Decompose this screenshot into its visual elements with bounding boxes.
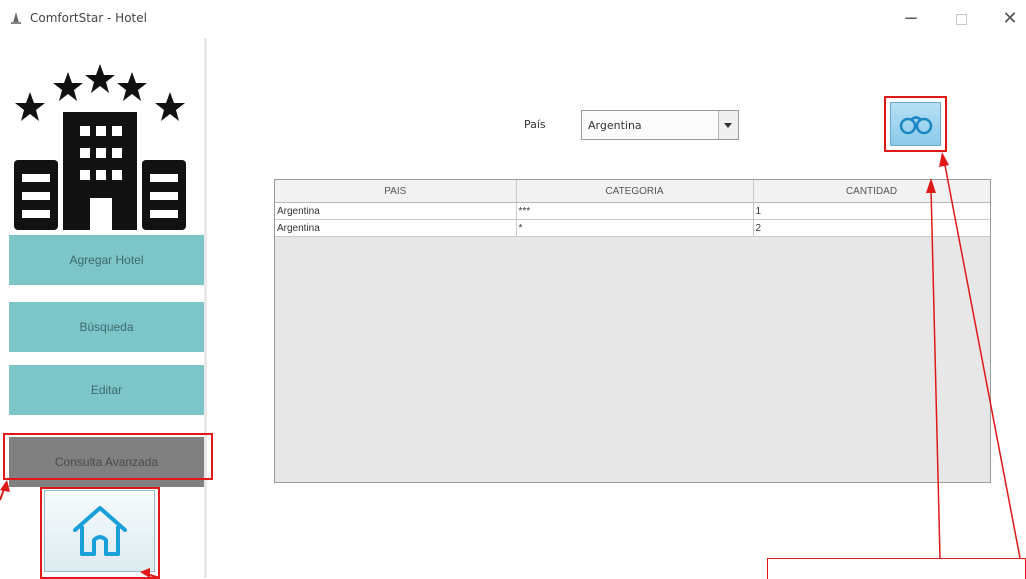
app-icon — [11, 12, 21, 24]
pais-select-value: Argentina — [588, 119, 642, 132]
window-title: ComfortStar - Hotel — [30, 11, 147, 25]
hotel-five-stars-icon — [14, 64, 186, 230]
annotation-box-search — [884, 96, 947, 152]
table-cell[interactable]: *** — [516, 202, 754, 220]
chevron-down-icon[interactable] — [718, 111, 738, 139]
column-header-categoria[interactable]: CATEGORIA — [516, 180, 754, 203]
busqueda-button[interactable]: Búsqueda — [9, 302, 204, 352]
annotation-callout-box — [767, 558, 1026, 579]
results-table: PAIS CATEGORIA CANTIDAD Argentina *** 1 … — [274, 179, 991, 483]
table-cell[interactable]: 1 — [753, 202, 990, 220]
pais-label: País — [524, 118, 546, 131]
column-header-cantidad[interactable]: CANTIDAD — [753, 180, 990, 203]
table-cell[interactable]: 2 — [753, 219, 990, 237]
agregar-hotel-button[interactable]: Agregar Hotel — [9, 235, 204, 285]
annotation-box-consulta — [3, 433, 213, 480]
editar-button[interactable]: Editar — [9, 365, 204, 415]
close-button[interactable]: ✕ — [996, 8, 1024, 32]
pais-select[interactable]: Argentina — [581, 110, 739, 140]
annotation-box-home — [40, 487, 160, 579]
table-cell[interactable]: Argentina — [275, 202, 517, 220]
table-cell[interactable]: * — [516, 219, 754, 237]
title-bar: ComfortStar - Hotel − ✕ — [0, 0, 1026, 38]
minimize-button[interactable]: − — [897, 8, 925, 32]
table-cell[interactable]: Argentina — [275, 219, 517, 237]
table-row[interactable]: Argentina *** 1 — [275, 202, 990, 220]
table-row[interactable]: Argentina * 2 — [275, 219, 990, 237]
column-header-pais[interactable]: PAIS — [275, 180, 517, 203]
maximize-button[interactable] — [947, 8, 975, 32]
table-header-row: PAIS CATEGORIA CANTIDAD — [275, 180, 990, 203]
